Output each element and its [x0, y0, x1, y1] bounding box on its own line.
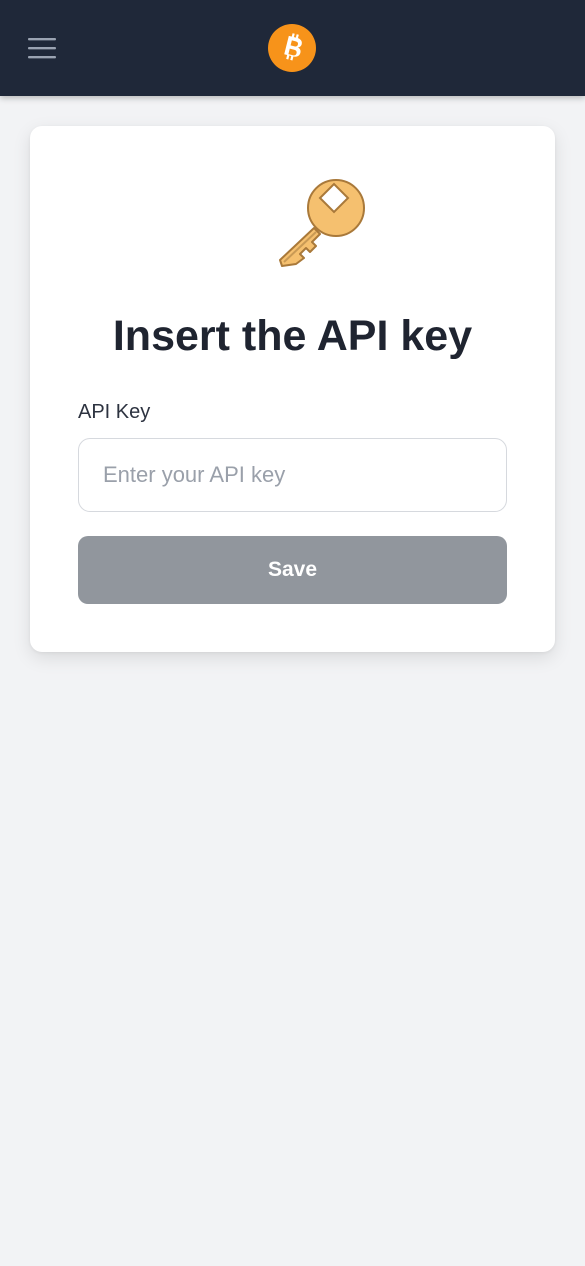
top-navigation-bar [0, 0, 585, 96]
menu-button[interactable] [24, 30, 60, 66]
bitcoin-logo-icon [268, 24, 316, 72]
hamburger-menu-icon [28, 38, 56, 59]
api-key-card: Insert the API key API Key Save [30, 126, 555, 652]
key-icon [279, 179, 365, 267]
api-key-label: API Key [78, 401, 151, 423]
api-key-input[interactable] [78, 438, 507, 512]
save-button[interactable]: Save [78, 536, 507, 604]
key-illustration [276, 176, 372, 272]
bitcoin-logo[interactable] [268, 24, 316, 72]
page-title: Insert the API key [112, 312, 473, 360]
